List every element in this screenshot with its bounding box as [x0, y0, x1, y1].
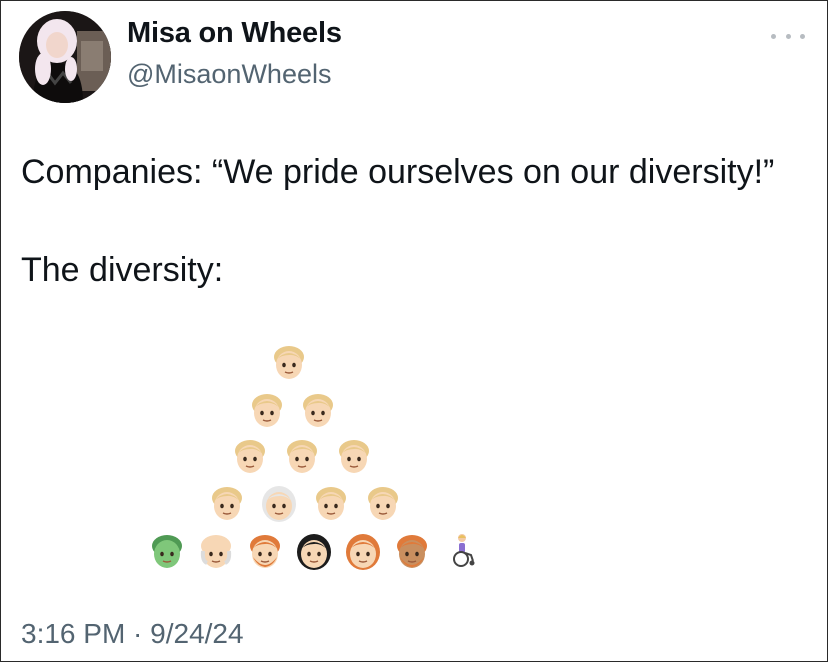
red-haired-woman-emoji-icon: [345, 533, 381, 571]
tweet-card: Misa on Wheels @MisaonWheels Companies: …: [0, 0, 828, 662]
blond-man-emoji-icon: [249, 392, 285, 430]
bald-man-emoji-icon: [198, 533, 234, 571]
tweet-text-line-2: The diversity:: [21, 251, 224, 289]
person-in-wheelchair-emoji-icon: [449, 533, 477, 567]
red-haired-man-emoji-icon: [247, 533, 283, 571]
blond-man-emoji-icon: [271, 344, 307, 382]
tweet-text-line-1: Companies: “We pride ourselves on our di…: [21, 153, 775, 191]
blond-man-emoji-icon: [209, 485, 245, 523]
red-haired-man-medium-skin-emoji-icon: [394, 533, 430, 571]
blond-man-emoji-icon: [336, 438, 372, 476]
blond-man-emoji-icon: [232, 438, 268, 476]
dark-haired-woman-emoji-icon: [296, 533, 332, 571]
blond-man-emoji-icon: [365, 485, 401, 523]
blond-man-emoji-icon: [284, 438, 320, 476]
blond-man-emoji-icon: [313, 485, 349, 523]
white-haired-woman-emoji-icon: [261, 485, 297, 523]
profile-photo-icon: [19, 11, 111, 103]
blond-man-emoji-icon: [300, 392, 336, 430]
ellipsis-icon: [800, 33, 805, 39]
display-name[interactable]: Misa on Wheels: [127, 17, 342, 50]
zombie-emoji-icon: [149, 533, 185, 571]
user-handle[interactable]: @MisaonWheels: [127, 59, 331, 90]
ellipsis-icon: [785, 33, 791, 39]
more-options-button[interactable]: [771, 29, 805, 43]
timestamp[interactable]: 3:16 PM · 9/24/24: [21, 618, 244, 650]
ellipsis-icon: [771, 33, 776, 39]
avatar[interactable]: [19, 11, 111, 103]
